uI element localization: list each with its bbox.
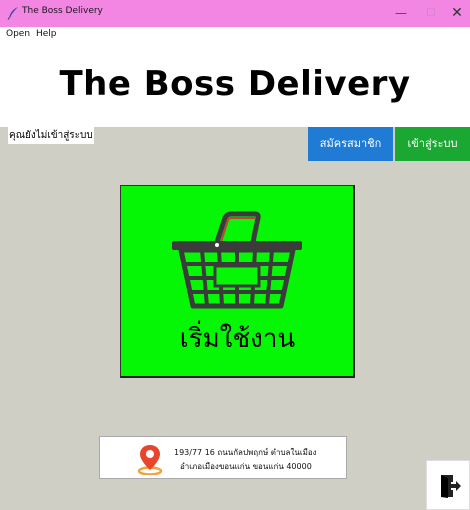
- brand-title: The Boss Delivery: [59, 64, 411, 104]
- login-status-label: คุณยังไม่เข้าสู่ระบบ: [8, 127, 94, 144]
- menu-open[interactable]: Open: [6, 29, 30, 39]
- login-button[interactable]: เข้าสู่ระบบ: [395, 127, 470, 161]
- address-card: 193/77 16 ถนนกัลปพฤกษ์ ตำบลในเมือง อำเภอ…: [99, 436, 347, 479]
- exit-door-icon: [441, 475, 461, 498]
- menu-bar: Open Help: [0, 27, 470, 44]
- shopping-basket-icon: [172, 211, 302, 309]
- address-line-1: 193/77 16 ถนนกัลปพฤกษ์ ตำบลในเมือง: [174, 448, 317, 457]
- close-button[interactable]: ✕: [440, 0, 470, 27]
- location-pin-icon: [137, 445, 163, 475]
- window-title: The Boss Delivery: [22, 6, 103, 16]
- header-banner: The Boss Delivery: [0, 44, 470, 127]
- feather-icon: [7, 7, 18, 20]
- minimize-button[interactable]: —: [384, 0, 418, 27]
- start-label: เริ่มใช้งาน: [179, 324, 296, 354]
- address-line-2: อำเภอเมืองขอนแก่น ขอนแก่น 40000: [180, 462, 312, 471]
- register-button[interactable]: สมัครสมาชิก: [308, 127, 393, 161]
- title-bar: The Boss Delivery — ☐ ✕: [0, 0, 470, 27]
- start-button[interactable]: เริ่มใช้งาน: [120, 185, 355, 378]
- exit-button[interactable]: [426, 460, 470, 510]
- menu-help[interactable]: Help: [36, 29, 57, 39]
